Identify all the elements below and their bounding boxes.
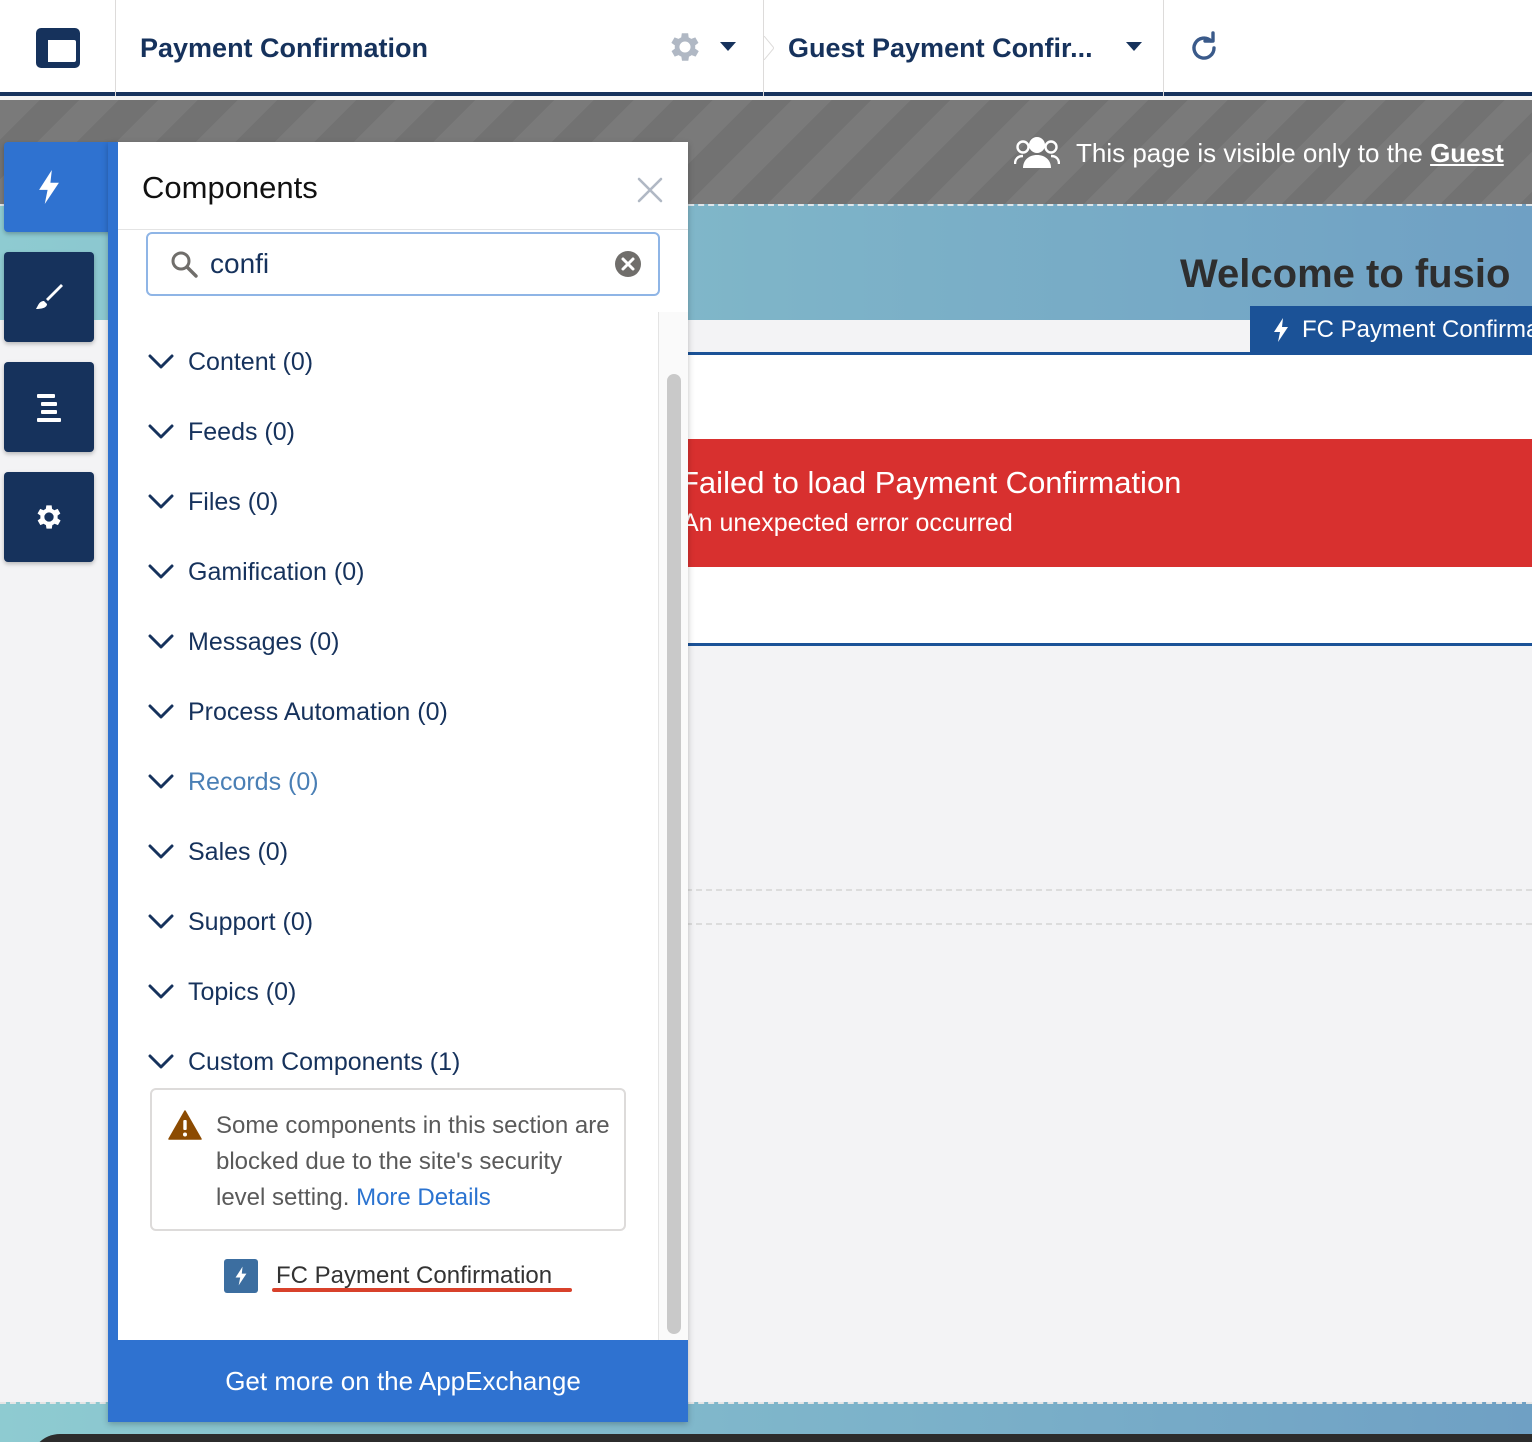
page-selector[interactable]: Payment Confirmation: [116, 0, 764, 96]
more-details-link[interactable]: More Details: [356, 1184, 491, 1211]
components-rail-button[interactable]: [4, 142, 118, 232]
chevron-down-icon: [148, 914, 174, 929]
warning-icon: [168, 1110, 202, 1140]
chevron-down-icon: [148, 354, 174, 369]
appexchange-button[interactable]: Get more on the AppExchange: [118, 1340, 688, 1422]
category-content[interactable]: Content (0): [148, 342, 313, 382]
category-label: Records (0): [188, 767, 319, 796]
category-files[interactable]: Files (0): [148, 482, 278, 522]
chevron-down-icon: [148, 564, 174, 579]
category-label: Process Automation (0): [188, 697, 448, 726]
chevron-down-icon: [148, 984, 174, 999]
category-custom-components[interactable]: Custom Components (1): [148, 1042, 460, 1082]
warning-text: Some components in this section are bloc…: [216, 1108, 616, 1216]
refresh-icon: [1192, 31, 1216, 60]
chevron-down-icon: [148, 844, 174, 859]
clear-search-icon[interactable]: [614, 250, 642, 278]
audience-selector[interactable]: Guest Payment Confir...: [764, 0, 1164, 96]
hero-title: Welcome to fusio: [1180, 252, 1511, 296]
custom-component-label: FC Payment Confirmation: [276, 1262, 553, 1289]
footer-bar: [30, 1434, 1532, 1442]
security-warning: Some components in this section are bloc…: [150, 1088, 626, 1231]
category-label: Feeds (0): [188, 417, 295, 446]
chevron-down-icon[interactable]: [720, 42, 736, 51]
gear-icon[interactable]: [666, 28, 704, 66]
category-topics[interactable]: Topics (0): [148, 972, 296, 1012]
category-feeds[interactable]: Feeds (0): [148, 412, 295, 452]
list-icon: [37, 394, 61, 422]
component-category-list: Content (0) Feeds (0) Files (0) Gamifica…: [118, 312, 658, 1340]
chevron-down-icon: [148, 704, 174, 719]
theme-rail-button[interactable]: [4, 252, 94, 342]
visibility-text: This page is visible only to the Guest: [1076, 138, 1504, 169]
section-divider: [686, 923, 1532, 925]
chevron-down-icon: [148, 424, 174, 439]
chevron-down-icon: [148, 774, 174, 789]
component-tag-label: FC Payment Confirma: [1302, 316, 1532, 343]
category-label: Sales (0): [188, 837, 289, 866]
section-divider: [686, 889, 1532, 891]
app-logo-button[interactable]: [0, 0, 116, 96]
panel-header: Components: [118, 142, 688, 230]
lightning-icon: [39, 170, 59, 204]
lightning-icon: [1274, 318, 1288, 342]
category-label: Gamification (0): [188, 557, 365, 586]
category-process-automation[interactable]: Process Automation (0): [148, 692, 448, 732]
category-gamification[interactable]: Gamification (0): [148, 552, 364, 592]
error-message: An unexpected error occurred: [682, 509, 1013, 537]
component-search: [146, 232, 660, 296]
visibility-message: This page is visible only to the: [1076, 138, 1431, 168]
category-support[interactable]: Support (0): [148, 902, 313, 942]
panel-title: Components: [142, 170, 318, 205]
error-title: Failed to load Payment Confirmation: [680, 465, 1182, 500]
breadcrumb-separator-icon: [764, 36, 774, 60]
layout-icon: [35, 28, 80, 68]
highlight-underline: [272, 1288, 572, 1292]
page-structure-rail-button[interactable]: [4, 362, 94, 452]
chevron-down-icon[interactable]: [1126, 42, 1142, 51]
payment-confirmation-component[interactable]: Failed to load Payment Confirmation An u…: [680, 352, 1532, 646]
category-label: Custom Components (1): [188, 1047, 461, 1076]
category-sales[interactable]: Sales (0): [148, 832, 288, 872]
chevron-down-icon: [148, 634, 174, 649]
scrollbar[interactable]: [658, 312, 688, 1340]
search-icon: [171, 251, 198, 278]
guest-audience-link[interactable]: Guest: [1430, 138, 1504, 168]
gear-icon: [37, 505, 61, 529]
refresh-button[interactable]: [1164, 0, 1264, 96]
category-label: Files (0): [188, 487, 279, 516]
components-panel: Components Content (0) Feeds (0) Files (…: [108, 142, 688, 1422]
builder-header: Payment Confirmation Guest Payment Confi…: [0, 0, 1532, 96]
category-label: Messages (0): [188, 627, 340, 656]
search-input[interactable]: [210, 244, 600, 284]
page-title: Payment Confirmation: [140, 32, 429, 63]
audience-title: Guest Payment Confir...: [788, 32, 1093, 63]
category-label: Support (0): [188, 907, 314, 936]
lightning-icon: [224, 1259, 258, 1293]
error-alert: Failed to load Payment Confirmation An u…: [680, 439, 1532, 567]
settings-rail-button[interactable]: [4, 472, 94, 562]
selected-component-tag[interactable]: FC Payment Confirma: [1250, 306, 1532, 354]
chevron-down-icon: [148, 494, 174, 509]
brush-icon: [36, 284, 63, 309]
category-label: Topics (0): [188, 977, 297, 1006]
close-icon[interactable]: [636, 176, 664, 204]
category-label: Content (0): [188, 347, 314, 376]
chevron-down-icon: [148, 1054, 174, 1069]
scrollbar-thumb[interactable]: [667, 374, 681, 1334]
group-icon: [1014, 137, 1060, 168]
category-records[interactable]: Records (0): [148, 762, 319, 802]
category-messages[interactable]: Messages (0): [148, 622, 339, 662]
